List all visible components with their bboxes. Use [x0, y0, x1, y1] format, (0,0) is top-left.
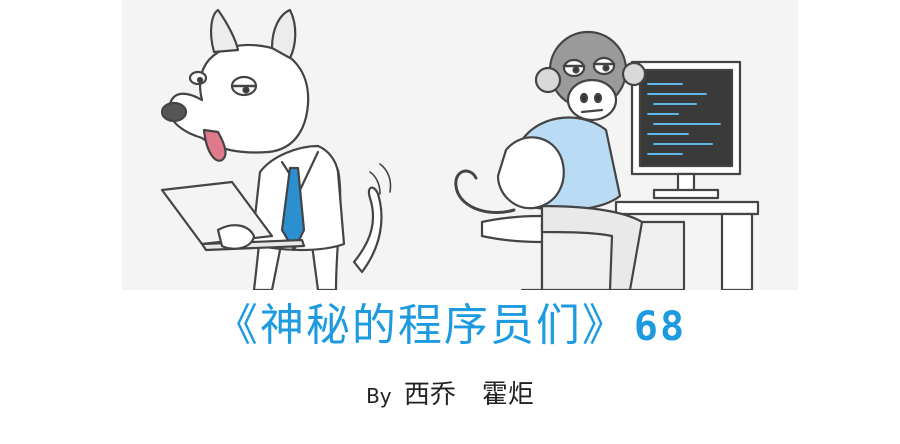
byline-by: By: [366, 384, 392, 408]
author-1: 西乔: [403, 380, 456, 410]
monitor-icon: [630, 60, 742, 200]
comic-illustration: [122, 0, 798, 290]
comic-svg: [160, 8, 760, 290]
author-2: 霍炬: [481, 380, 534, 410]
dog-character: [160, 8, 392, 290]
byline: By 西乔 霍炬: [0, 375, 900, 416]
issue-number: 68: [633, 304, 687, 350]
comic-title: 《神秘的程序员们》 68: [0, 296, 900, 357]
series-title: 《神秘的程序员们》: [213, 300, 628, 351]
monkey-character: [454, 30, 760, 290]
